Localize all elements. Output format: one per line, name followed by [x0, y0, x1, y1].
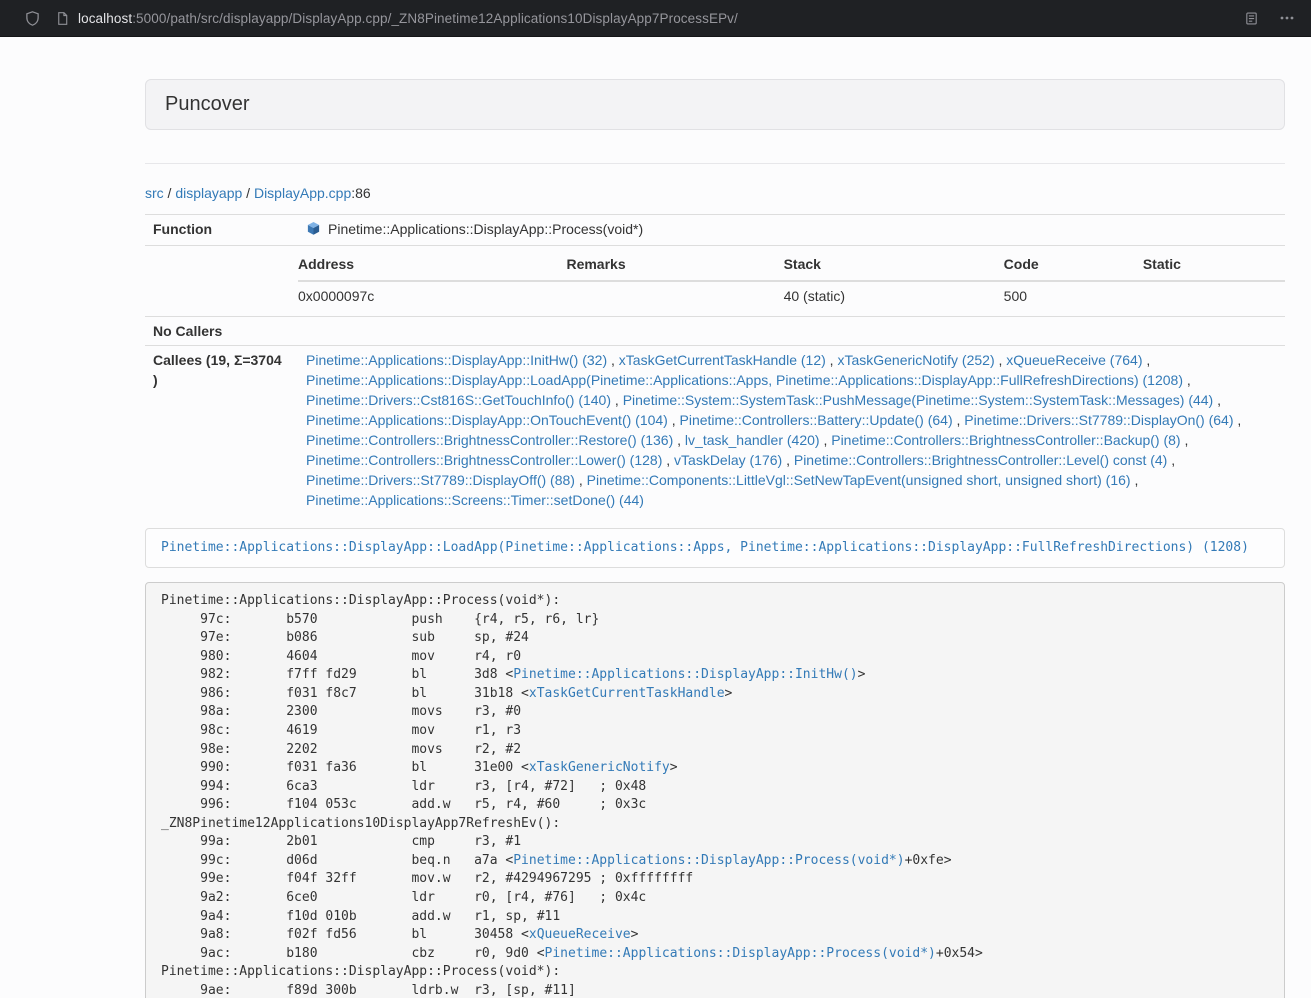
callee-link[interactable]: Pinetime::Applications::DisplayApp::Load…	[306, 372, 1183, 388]
function-name-cell: Pinetime::Applications::DisplayApp::Proc…	[298, 215, 1285, 246]
col-address: Address	[298, 250, 566, 281]
callee-link[interactable]: Pinetime::Applications::DisplayApp::Init…	[306, 352, 607, 368]
callee-link[interactable]: Pinetime::Controllers::Battery::Update()…	[680, 412, 953, 428]
overflow-menu-icon[interactable]	[1279, 10, 1295, 26]
callee-link[interactable]: Pinetime::Controllers::BrightnessControl…	[306, 432, 673, 448]
callee-link[interactable]: xTaskGenericNotify (252)	[837, 352, 994, 368]
callees-row: Callees (19, Σ=3704 ) Pinetime::Applicat…	[145, 346, 1285, 515]
asm-symbol-link[interactable]: xQueueReceive	[529, 927, 631, 942]
url-text[interactable]: localhost:5000/path/src/displayapp/Displ…	[78, 11, 738, 26]
callee-link[interactable]: Pinetime::Applications::Screens::Timer::…	[306, 492, 644, 508]
callee-link[interactable]: xQueueReceive (764)	[1006, 352, 1142, 368]
disassembly: Pinetime::Applications::DisplayApp::Proc…	[145, 582, 1285, 998]
callees-list: Pinetime::Applications::DisplayApp::Init…	[298, 346, 1285, 515]
reader-view-icon[interactable]	[1244, 11, 1259, 26]
col-code: Code	[1004, 250, 1143, 281]
asm-symbol-link[interactable]: xTaskGenericNotify	[529, 760, 670, 775]
remarks-value	[566, 281, 783, 312]
col-static: Static	[1143, 250, 1285, 281]
breadcrumb-separator: /	[164, 185, 176, 201]
shield-icon[interactable]	[24, 10, 41, 27]
asm-symbol-link[interactable]: Pinetime::Applications::DisplayApp::Init…	[513, 667, 857, 682]
callee-link[interactable]: Pinetime::Controllers::BrightnessControl…	[794, 452, 1167, 468]
app-title: Puncover	[165, 93, 250, 115]
callee-link[interactable]: Pinetime::Drivers::St7789::DisplayOff() …	[306, 472, 575, 488]
asm-symbol-link[interactable]: Pinetime::Applications::DisplayApp::Proc…	[513, 853, 904, 868]
callee-link[interactable]: Pinetime::Drivers::St7789::DisplayOn() (…	[964, 412, 1233, 428]
col-remarks: Remarks	[566, 250, 783, 281]
metrics-row: Address Remarks Stack Code Static 0x0000…	[145, 246, 1285, 317]
stack-value: 40 (static)	[784, 281, 1004, 312]
no-callers-row: No Callers	[145, 317, 1285, 346]
address-value: 0x0000097c	[298, 281, 566, 312]
col-stack: Stack	[784, 250, 1004, 281]
method-icon	[306, 221, 321, 241]
callee-link[interactable]: Pinetime::Controllers::BrightnessControl…	[831, 432, 1180, 448]
toolbar-right	[1244, 10, 1299, 26]
static-value	[1143, 281, 1285, 312]
callee-link[interactable]: Pinetime::System::SystemTask::PushMessag…	[623, 392, 1214, 408]
url-host: localhost	[78, 11, 132, 26]
breadcrumb-link-displayapp[interactable]: displayapp	[175, 185, 242, 201]
no-callers-label: No Callers	[145, 317, 298, 346]
callee-link[interactable]: Pinetime::Applications::DisplayApp::OnTo…	[306, 412, 668, 428]
callees-label: Callees (19, Σ=3704 )	[145, 346, 298, 515]
callee-link[interactable]: lv_task_handler (420)	[685, 432, 820, 448]
highlighted-symbol-link[interactable]: Pinetime::Applications::DisplayApp::Load…	[161, 540, 1249, 555]
url-bar[interactable]: localhost:5000/path/src/displayapp/Displ…	[55, 11, 1232, 26]
callee-link[interactable]: xTaskGetCurrentTaskHandle (12)	[619, 352, 826, 368]
callee-link[interactable]: Pinetime::Drivers::Cst816S::GetTouchInfo…	[306, 392, 611, 408]
code-value: 500	[1004, 281, 1143, 312]
page-container: Puncover src / displayapp / DisplayApp.c…	[145, 79, 1285, 998]
asm-symbol-link[interactable]: xTaskGetCurrentTaskHandle	[529, 686, 725, 701]
callee-link[interactable]: vTaskDelay (176)	[674, 452, 782, 468]
callee-link[interactable]: Pinetime::Components::LittleVgl::SetNewT…	[587, 472, 1131, 488]
url-path: :5000/path/src/displayapp/DisplayApp.cpp…	[132, 11, 738, 26]
function-name: Pinetime::Applications::DisplayApp::Proc…	[328, 221, 643, 237]
browser-toolbar: localhost:5000/path/src/displayapp/Displ…	[0, 0, 1311, 37]
highlighted-symbol-box: Pinetime::Applications::DisplayApp::Load…	[145, 528, 1285, 568]
asm-symbol-link[interactable]: Pinetime::Applications::DisplayApp::Proc…	[545, 946, 936, 961]
breadcrumb-link-src[interactable]: src	[145, 185, 164, 201]
symbol-table: Function Pinetime::Applications::Display…	[145, 214, 1285, 514]
breadcrumb-separator: /	[242, 185, 254, 201]
divider	[145, 163, 1285, 164]
function-label: Function	[145, 215, 298, 246]
breadcrumb-link-displayapp.cpp[interactable]: DisplayApp.cpp	[254, 185, 351, 201]
page-proxy-icon[interactable]	[55, 11, 70, 26]
breadcrumb-line-number: :86	[351, 185, 370, 201]
metrics-values-row: 0x0000097c 40 (static) 500	[298, 281, 1285, 312]
app-header: Puncover	[145, 79, 1285, 130]
breadcrumb: src / displayapp / DisplayApp.cpp:86	[145, 184, 1285, 203]
callee-link[interactable]: Pinetime::Controllers::BrightnessControl…	[306, 452, 662, 468]
metrics-table: Address Remarks Stack Code Static 0x0000…	[298, 250, 1285, 312]
function-row: Function Pinetime::Applications::Display…	[145, 215, 1285, 246]
